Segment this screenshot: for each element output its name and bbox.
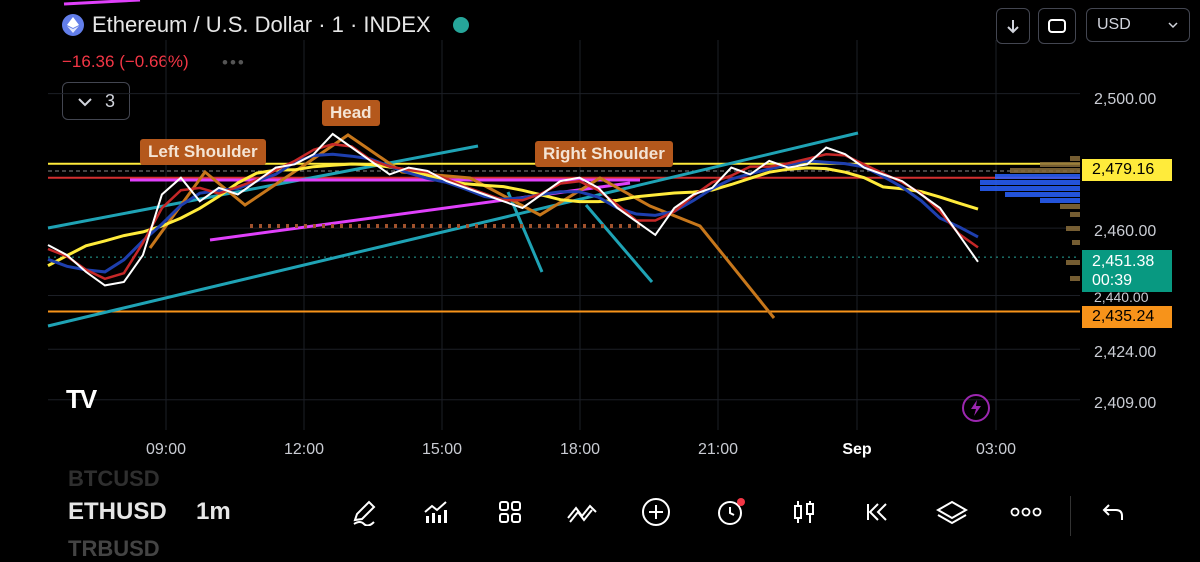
current-price-tag: 2,451.38 00:39 (1082, 250, 1172, 292)
trend-line (584, 204, 654, 283)
volume-profile-bar (1070, 276, 1080, 281)
annotation-right-shoulder[interactable]: Right Shoulder (535, 141, 673, 167)
volume-profile-bar (1060, 204, 1080, 209)
y-tick-label: 2,460.00 (1094, 223, 1157, 240)
level-tag-orange: 2,435.24 (1082, 306, 1172, 328)
annotation-head[interactable]: Head (322, 100, 380, 126)
alert-icon[interactable] (712, 494, 748, 530)
undo-icon[interactable] (1096, 494, 1132, 530)
y-tick-label: 2,500.00 (1094, 91, 1157, 108)
patterns-icon[interactable] (564, 494, 600, 530)
volume-profile-bar (1010, 168, 1080, 173)
symbol-button[interactable]: ETHUSD (68, 498, 167, 526)
layers-icon[interactable] (934, 494, 970, 530)
volume-profile-bar (1040, 198, 1080, 203)
x-tick-label: 15:00 (421, 441, 463, 458)
y-tick-label: 2,409.00 (1094, 395, 1157, 412)
indicators-icon[interactable] (418, 494, 454, 530)
price-chart[interactable] (0, 0, 1200, 478)
x-tick-label: 18:00 (559, 441, 601, 458)
current-price: 2,451.38 (1092, 253, 1155, 270)
symbol-prev[interactable]: BTCUSD (68, 466, 160, 492)
volume-profile-bar (980, 186, 1080, 191)
bar-countdown: 00:39 (1092, 272, 1133, 289)
more-icon[interactable] (1008, 494, 1044, 530)
x-tick-label: 21:00 (697, 441, 739, 458)
tradingview-logo: TV (66, 384, 97, 414)
annotation-left-shoulder[interactable]: Left Shoulder (140, 139, 266, 165)
volume-profile-bar (1070, 212, 1080, 217)
trend-line-top (63, 0, 141, 6)
volume-profile-bar (1005, 192, 1080, 197)
y-tick-label: 2,424.00 (1094, 344, 1157, 361)
level-tag-yellow: 2,479.16 (1082, 159, 1172, 181)
volume-profile-bar (1066, 260, 1080, 265)
volume-profile-bar (1070, 156, 1080, 161)
candles-icon[interactable] (786, 494, 822, 530)
x-tick-label: Sep (842, 441, 872, 458)
grid-icon[interactable] (492, 494, 528, 530)
pencil-icon[interactable] (346, 494, 382, 530)
chart-grid (48, 40, 1080, 430)
x-tick-label: 12:00 (283, 441, 325, 458)
x-tick-label: 09:00 (145, 441, 187, 458)
volume-profile-bar (980, 180, 1080, 185)
add-icon[interactable] (638, 494, 674, 530)
x-tick-label: 03:00 (975, 441, 1017, 458)
divider (1070, 496, 1071, 536)
symbol-next[interactable]: TRBUSD (68, 536, 160, 562)
lightning-icon[interactable] (962, 394, 990, 422)
volume-profile-bar (995, 174, 1080, 179)
volume-profile-bar (1072, 240, 1080, 245)
volume-profile-bar (1040, 162, 1080, 167)
replay-icon[interactable] (860, 494, 896, 530)
chart-root: Ethereum / U.S. Dollar · 1 · INDEX −16.3… (0, 0, 1200, 561)
volume-profile-bar (1066, 226, 1080, 231)
timeframe-button[interactable]: 1m (196, 498, 231, 526)
